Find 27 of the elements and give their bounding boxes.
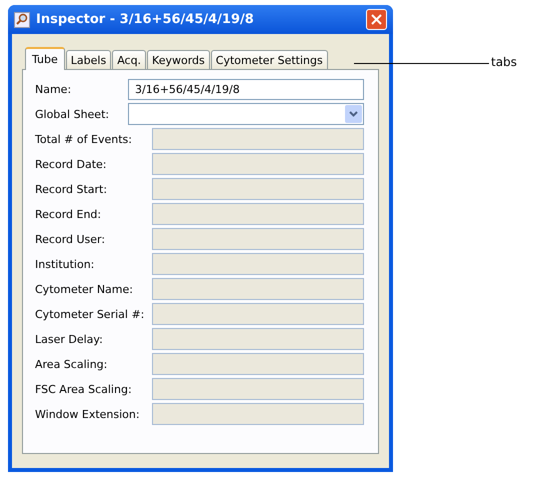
- field-label: Laser Delay:: [35, 332, 104, 346]
- field-label: Record Date:: [35, 158, 108, 170]
- field-label: Record User:: [35, 232, 106, 246]
- close-button[interactable]: [366, 9, 387, 30]
- tab[interactable]: Cytometer Settings: [210, 50, 328, 69]
- field-label: Total # of Events:: [35, 132, 133, 146]
- field-label: Cytometer Serial #:: [35, 308, 146, 320]
- tab[interactable]: Keywords: [147, 50, 210, 69]
- field-label: Record End:: [35, 208, 102, 220]
- field-label: FSC Area Scaling:: [35, 382, 133, 396]
- chevron-down-icon: [349, 111, 358, 117]
- field-label: Area Scaling:: [35, 358, 108, 370]
- tab[interactable]: Labels: [66, 50, 112, 69]
- callout-label: tabs: [491, 55, 517, 69]
- field-label: Institution:: [35, 258, 96, 270]
- name-field[interactable]: 3/16+56/45/4/19/8: [128, 78, 364, 100]
- global-sheet-dropdown[interactable]: [128, 103, 364, 125]
- window-title: Inspector - 3/16+56/45/4/19/8: [36, 12, 255, 27]
- close-icon: [371, 14, 382, 25]
- field-label: Record Start:: [35, 182, 108, 196]
- magnifier-icon: [14, 12, 30, 28]
- field-label: Global Sheet:: [35, 108, 110, 120]
- field-label: Window Extension:: [35, 408, 141, 420]
- tab[interactable]: Acq.: [112, 50, 146, 69]
- field-label: Name:: [35, 82, 72, 96]
- field-label: Cytometer Name:: [35, 282, 134, 296]
- tab[interactable]: Tube: [25, 47, 65, 70]
